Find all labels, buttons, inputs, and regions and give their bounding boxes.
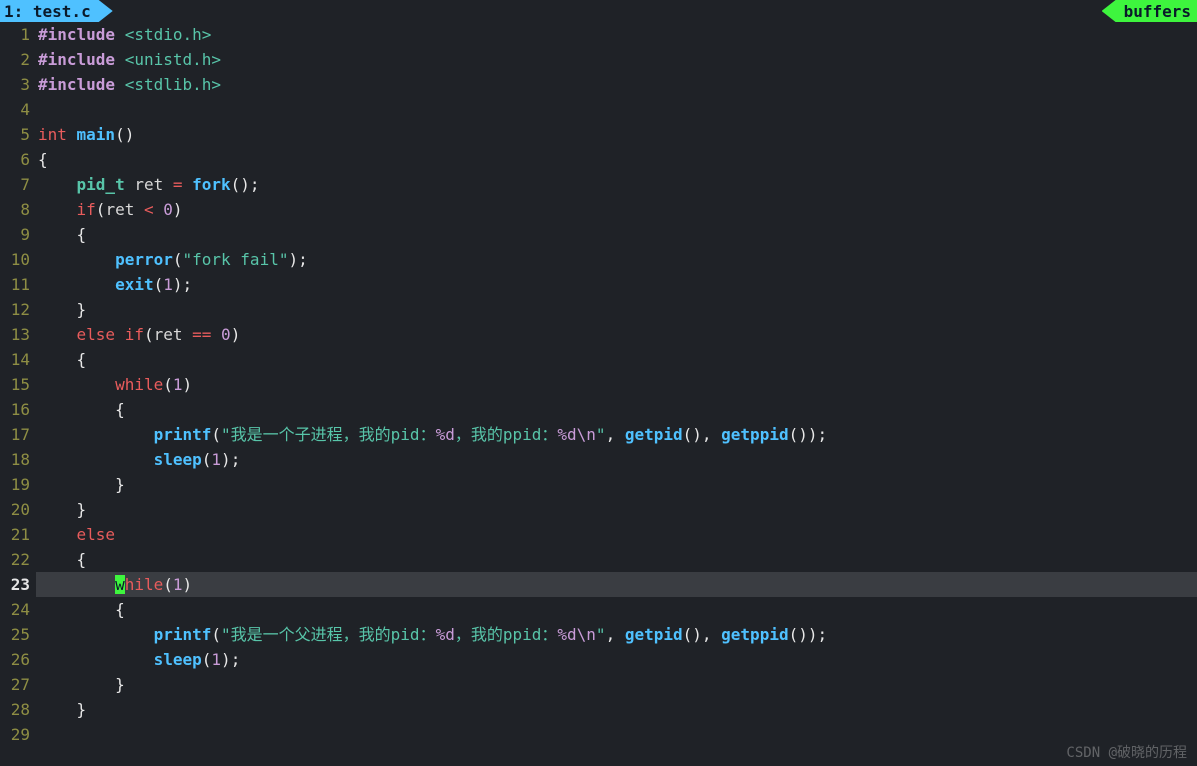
line-number: 14 (0, 347, 30, 372)
line-number: 22 (0, 547, 30, 572)
code-line[interactable]: { (36, 347, 1197, 372)
line-number: 16 (0, 397, 30, 422)
code-area[interactable]: #include <stdio.h>#include <unistd.h>#in… (36, 22, 1197, 747)
code-line[interactable]: if(ret < 0) (36, 197, 1197, 222)
code-line[interactable] (36, 722, 1197, 747)
line-number: 19 (0, 472, 30, 497)
code-line[interactable]: { (36, 397, 1197, 422)
line-number-gutter: 1234567891011121314151617181920212223242… (0, 22, 36, 747)
code-line[interactable]: perror("fork fail"); (36, 247, 1197, 272)
code-line[interactable]: { (36, 147, 1197, 172)
line-number: 10 (0, 247, 30, 272)
code-line[interactable]: { (36, 222, 1197, 247)
line-number: 29 (0, 722, 30, 747)
code-line[interactable]: { (36, 547, 1197, 572)
code-line[interactable]: while(1) (36, 372, 1197, 397)
code-line[interactable] (36, 97, 1197, 122)
line-number: 26 (0, 647, 30, 672)
code-line[interactable]: else if(ret == 0) (36, 322, 1197, 347)
code-line[interactable]: while(1) (36, 572, 1197, 597)
code-line[interactable]: exit(1); (36, 272, 1197, 297)
line-number: 15 (0, 372, 30, 397)
code-line[interactable]: { (36, 597, 1197, 622)
code-line[interactable]: sleep(1); (36, 447, 1197, 472)
code-line[interactable]: int main() (36, 122, 1197, 147)
line-number: 28 (0, 697, 30, 722)
code-line[interactable]: printf("我是一个子进程，我的pid：%d，我的ppid：%d\n", g… (36, 422, 1197, 447)
cursor: w (115, 575, 125, 594)
code-line[interactable]: } (36, 472, 1197, 497)
line-number: 23 (0, 572, 30, 597)
line-number: 2 (0, 47, 30, 72)
line-number: 24 (0, 597, 30, 622)
line-number: 20 (0, 497, 30, 522)
line-number: 1 (0, 22, 30, 47)
line-number: 17 (0, 422, 30, 447)
line-number: 9 (0, 222, 30, 247)
code-line[interactable]: #include <stdlib.h> (36, 72, 1197, 97)
line-number: 8 (0, 197, 30, 222)
line-number: 27 (0, 672, 30, 697)
code-line[interactable]: } (36, 697, 1197, 722)
line-number: 11 (0, 272, 30, 297)
code-line[interactable]: #include <unistd.h> (36, 47, 1197, 72)
line-number: 3 (0, 72, 30, 97)
line-number: 12 (0, 297, 30, 322)
line-number: 4 (0, 97, 30, 122)
line-number: 6 (0, 147, 30, 172)
code-line[interactable]: #include <stdio.h> (36, 22, 1197, 47)
line-number: 25 (0, 622, 30, 647)
code-editor[interactable]: 1234567891011121314151617181920212223242… (0, 22, 1197, 747)
line-number: 18 (0, 447, 30, 472)
line-number: 7 (0, 172, 30, 197)
code-line[interactable]: else (36, 522, 1197, 547)
buffers-button[interactable]: buffers (1102, 0, 1197, 22)
code-line[interactable]: sleep(1); (36, 647, 1197, 672)
line-number: 13 (0, 322, 30, 347)
file-tab[interactable]: 1: test.c (0, 0, 113, 22)
line-number: 5 (0, 122, 30, 147)
code-line[interactable]: pid_t ret = fork(); (36, 172, 1197, 197)
code-line[interactable]: printf("我是一个父进程，我的pid：%d，我的ppid：%d\n", g… (36, 622, 1197, 647)
tab-bar: 1: test.c buffers (0, 0, 1197, 22)
line-number: 21 (0, 522, 30, 547)
code-line[interactable]: } (36, 672, 1197, 697)
code-line[interactable]: } (36, 497, 1197, 522)
code-line[interactable]: } (36, 297, 1197, 322)
